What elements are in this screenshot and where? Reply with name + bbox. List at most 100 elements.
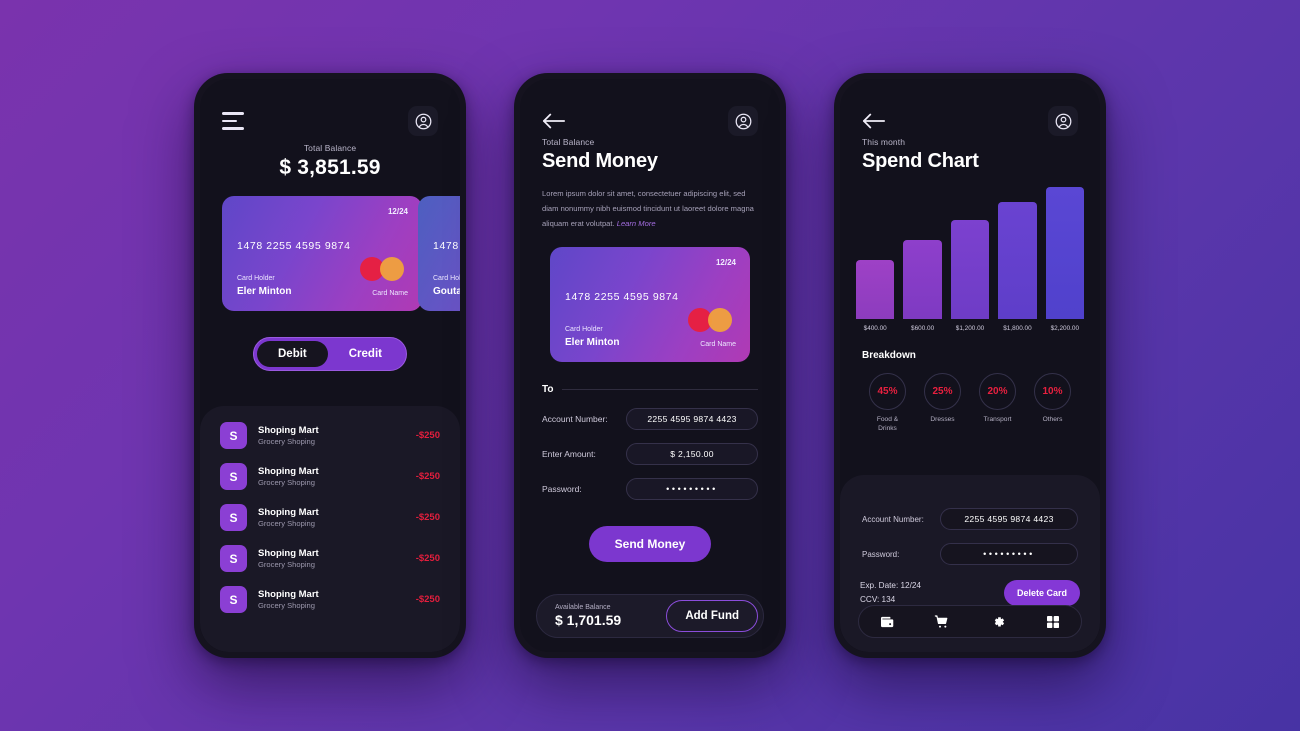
transaction-list: S Shoping Mart Grocery Shoping -$250 S S… xyxy=(200,406,460,652)
transaction-amount: -$250 xyxy=(415,553,440,564)
user-circle-icon[interactable] xyxy=(1048,106,1078,136)
screen-send-money: Total Balance Send Money Lorem ipsum dol… xyxy=(520,79,780,652)
mastercard-logo-icon xyxy=(688,308,732,333)
page-header: Total Balance Send Money xyxy=(520,137,780,173)
screen-spend-chart: This month Spend Chart $400.00 $600.00 $… xyxy=(840,79,1100,652)
user-circle-icon[interactable] xyxy=(408,106,438,136)
transaction-subtitle: Grocery Shoping xyxy=(258,437,315,446)
axis-tick-label: $400.00 xyxy=(863,325,887,332)
breakdown-item[interactable]: 45% Food & Drinks xyxy=(860,373,915,434)
chart-bar[interactable] xyxy=(1045,187,1085,319)
page-title: Spend Chart xyxy=(862,150,979,172)
breakdown-title: Breakdown xyxy=(862,350,916,361)
arrow-left-icon[interactable] xyxy=(542,111,566,131)
divider xyxy=(562,389,758,391)
bar-column xyxy=(950,187,990,319)
delete-card-button[interactable]: Delete Card xyxy=(1003,579,1080,606)
breakdown-label: Dresses xyxy=(930,416,955,423)
transaction-amount: -$250 xyxy=(415,471,440,482)
amount-input[interactable]: $ 2,150.00 xyxy=(626,443,758,466)
add-fund-button[interactable]: Add Fund xyxy=(666,600,758,632)
card-expiry: 12/24 xyxy=(715,258,736,268)
axis-tick-label: $600.00 xyxy=(911,325,935,332)
card-holder-label: Card Holde xyxy=(433,275,460,282)
arrow-left-icon[interactable] xyxy=(862,111,886,131)
available-balance-label: Available Balance xyxy=(555,604,611,611)
page-title: Send Money xyxy=(542,150,658,172)
breakdown-label: Others xyxy=(1042,416,1063,423)
breakdown-label: Food & Drinks xyxy=(876,416,899,432)
account-number-input[interactable]: 2255 4595 9874 4423 xyxy=(940,508,1078,530)
credit-card-secondary[interactable]: 1478 2255 Card Holde Goutam xyxy=(418,196,460,311)
mockup-stage: Total Balance $ 3,851.59 12/24 1478 2255… xyxy=(0,0,1300,731)
list-item[interactable]: S Shoping Mart Grocery Shoping -$250 xyxy=(220,586,440,613)
breakdown-percent: 25% xyxy=(924,373,961,410)
transaction-amount: -$250 xyxy=(415,430,440,441)
card-type-toggle[interactable]: Debit Credit xyxy=(253,337,407,371)
user-circle-icon[interactable] xyxy=(728,106,758,136)
field-password: Password: ••••••••• xyxy=(840,543,1100,565)
send-money-button[interactable]: Send Money xyxy=(588,526,712,563)
list-item[interactable]: S Shoping Mart Grocery Shoping -$250 xyxy=(220,463,440,490)
hamburger-icon[interactable] xyxy=(222,112,244,130)
gear-icon[interactable] xyxy=(990,614,1006,630)
mastercard-logo-icon xyxy=(360,257,404,281)
grid-icon[interactable] xyxy=(1045,614,1061,630)
list-item[interactable]: S Shoping Mart Grocery Shoping -$250 xyxy=(220,422,440,449)
chart-bar[interactable] xyxy=(856,259,895,319)
field-password: Password: ••••••••• xyxy=(520,478,780,501)
exp-date-text: Exp. Date: 12/24 xyxy=(860,581,921,590)
page-kicker: This month xyxy=(862,137,906,147)
list-item[interactable]: S Shoping Mart Grocery Shoping -$250 xyxy=(220,504,440,531)
bottom-navigation-bar xyxy=(858,605,1082,638)
account-number-input[interactable]: 2255 4595 9874 4423 xyxy=(626,408,758,431)
learn-more-link[interactable]: Learn More xyxy=(617,219,656,228)
password-input[interactable]: ••••••••• xyxy=(626,478,758,501)
chart-bar[interactable] xyxy=(998,201,1037,319)
toggle-option-debit[interactable]: Debit xyxy=(257,341,328,367)
chart-bar[interactable] xyxy=(950,220,990,319)
merchant-initial-icon: S xyxy=(220,463,247,490)
breakdown-item[interactable]: 25% Dresses xyxy=(915,373,970,434)
field-label: Password: xyxy=(542,484,582,495)
card-brand-label: Card Name xyxy=(700,341,736,349)
breakdown-list: 45% Food & Drinks 25% Dresses 20% Transp… xyxy=(840,373,1100,434)
breakdown-percent: 10% xyxy=(1034,373,1071,410)
card-details-panel: Account Number: 2255 4595 9874 4423 Pass… xyxy=(840,475,1100,652)
password-input[interactable]: ••••••••• xyxy=(940,543,1078,565)
credit-card-primary[interactable]: 12/24 1478 2255 4595 9874 Card Holder El… xyxy=(550,247,750,363)
shopping-cart-icon[interactable] xyxy=(934,614,950,630)
breakdown-label: Transport xyxy=(983,416,1012,423)
card-type-toggle-wrap: Debit Credit xyxy=(200,337,460,371)
credit-card-primary[interactable]: 12/24 1478 2255 4595 9874 Card Holder El… xyxy=(222,196,422,311)
available-balance-value: $ 1,701.59 xyxy=(555,612,622,628)
transaction-subtitle: Grocery Shoping xyxy=(258,478,315,487)
breakdown-percent: 20% xyxy=(979,373,1016,410)
available-balance-bar: Available Balance $ 1,701.59 Add Fund xyxy=(536,594,764,638)
bar-column xyxy=(903,187,942,319)
phone-mockup-dashboard: Total Balance $ 3,851.59 12/24 1478 2255… xyxy=(194,73,466,658)
field-account-number: Account Number: 2255 4595 9874 4423 xyxy=(840,508,1100,530)
card-carousel[interactable]: 12/24 1478 2255 4595 9874 Card Holder El… xyxy=(200,196,460,311)
total-balance-amount: $ 3,851.59 xyxy=(279,156,381,179)
transaction-title: Shoping Mart xyxy=(258,466,319,477)
breakdown-item[interactable]: 10% Others xyxy=(1025,373,1080,434)
phone-mockup-spend-chart: This month Spend Chart $400.00 $600.00 $… xyxy=(834,73,1106,658)
screen-dashboard: Total Balance $ 3,851.59 12/24 1478 2255… xyxy=(200,79,460,652)
toggle-option-credit[interactable]: Credit xyxy=(328,341,403,367)
breakdown-item[interactable]: 20% Transport xyxy=(970,373,1025,434)
page-kicker: Total Balance xyxy=(542,137,595,147)
list-item[interactable]: S Shoping Mart Grocery Shoping -$250 xyxy=(220,545,440,572)
bar-column xyxy=(856,187,895,319)
card-meta-row: Exp. Date: 12/24 CCV: 134 Delete Card xyxy=(840,579,1100,606)
wallet-icon[interactable] xyxy=(879,614,895,630)
field-label: Account Number: xyxy=(862,514,924,524)
field-label: Enter Amount: xyxy=(542,449,596,460)
merchant-initial-icon: S xyxy=(220,545,247,572)
card-area: 12/24 1478 2255 4595 9874 Card Holder El… xyxy=(520,247,780,363)
transaction-amount: -$250 xyxy=(415,594,440,605)
balance-kicker: Total Balance xyxy=(303,143,357,153)
chart-bar[interactable] xyxy=(903,239,942,319)
card-holder-label: Card Holder xyxy=(237,275,275,282)
topbar xyxy=(840,79,1100,137)
